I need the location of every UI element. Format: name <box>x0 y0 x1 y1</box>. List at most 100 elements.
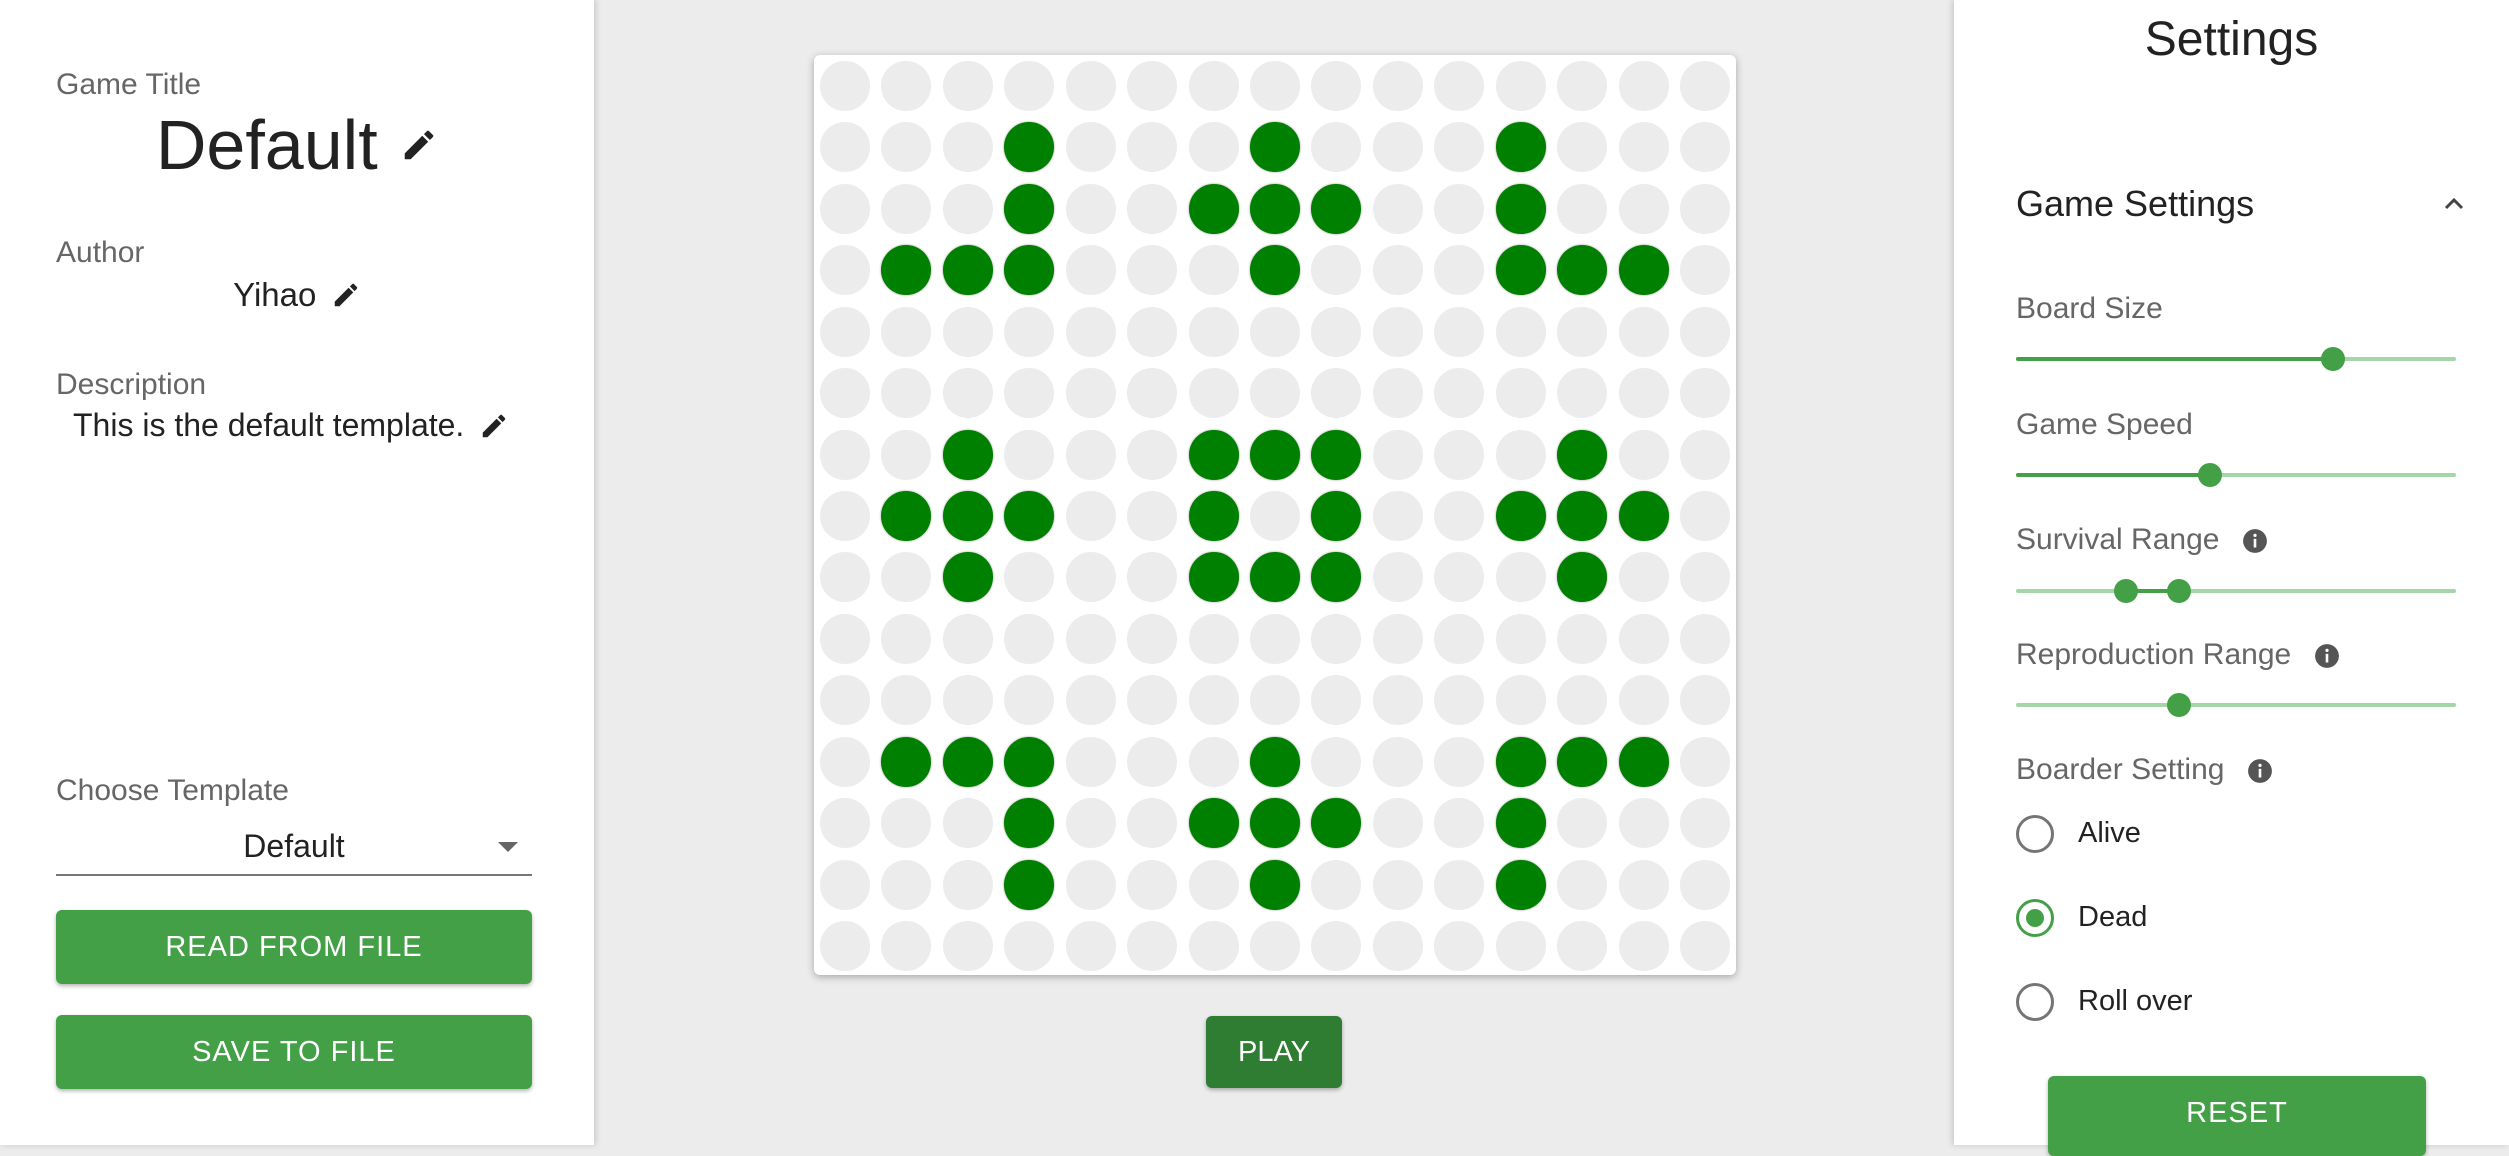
board-cell-dead[interactable] <box>1680 430 1730 480</box>
board-cell-alive[interactable] <box>1250 552 1300 602</box>
board-cell-alive[interactable] <box>1496 245 1546 295</box>
board-cell-dead[interactable] <box>1250 368 1300 418</box>
board-cell-dead[interactable] <box>1496 307 1546 357</box>
board-cell-dead[interactable] <box>1066 614 1116 664</box>
board-cell-dead[interactable] <box>1680 368 1730 418</box>
board-cell-dead[interactable] <box>943 798 993 848</box>
board-cell-alive[interactable] <box>1311 491 1361 541</box>
board-cell-dead[interactable] <box>1619 430 1669 480</box>
board-cell-dead[interactable] <box>1680 122 1730 172</box>
board-cell-dead[interactable] <box>1434 860 1484 910</box>
board-cell-dead[interactable] <box>1434 368 1484 418</box>
board-cell-dead[interactable] <box>1557 798 1607 848</box>
board-cell-dead[interactable] <box>1619 61 1669 111</box>
board-cell-dead[interactable] <box>1434 737 1484 787</box>
reproduction-range-slider[interactable] <box>2016 693 2456 717</box>
board-cell-alive[interactable] <box>1250 860 1300 910</box>
board-cell-dead[interactable] <box>1373 860 1423 910</box>
edit-description-icon[interactable] <box>479 411 509 441</box>
board-cell-dead[interactable] <box>881 122 931 172</box>
board-cell-alive[interactable] <box>943 552 993 602</box>
board-cell-dead[interactable] <box>820 860 870 910</box>
slider-thumb-high[interactable] <box>2166 579 2191 603</box>
board-cell-alive[interactable] <box>1250 245 1300 295</box>
info-icon[interactable] <box>2247 758 2273 784</box>
board-cell-alive[interactable] <box>1496 122 1546 172</box>
radio-button[interactable] <box>2016 899 2054 937</box>
board-cell-dead[interactable] <box>1434 921 1484 971</box>
board-cell-dead[interactable] <box>1066 675 1116 725</box>
board-cell-dead[interactable] <box>820 491 870 541</box>
board-cell-alive[interactable] <box>1250 798 1300 848</box>
board-cell-dead[interactable] <box>1680 184 1730 234</box>
slider-thumb[interactable] <box>2320 347 2345 371</box>
board-cell-dead[interactable] <box>1189 368 1239 418</box>
board-cell-dead[interactable] <box>1189 860 1239 910</box>
board-cell-dead[interactable] <box>1557 61 1607 111</box>
board-cell-dead[interactable] <box>1004 675 1054 725</box>
board-cell-alive[interactable] <box>1311 184 1361 234</box>
board-cell-dead[interactable] <box>1434 184 1484 234</box>
board-cell-dead[interactable] <box>820 184 870 234</box>
board-cell-alive[interactable] <box>1004 491 1054 541</box>
board-cell-dead[interactable] <box>1373 614 1423 664</box>
board-cell-alive[interactable] <box>943 491 993 541</box>
board-cell-dead[interactable] <box>1434 614 1484 664</box>
board-cell-dead[interactable] <box>1189 122 1239 172</box>
board-cell-dead[interactable] <box>1557 307 1607 357</box>
board-cell-dead[interactable] <box>1189 921 1239 971</box>
board-cell-dead[interactable] <box>1434 307 1484 357</box>
board-cell-dead[interactable] <box>1189 614 1239 664</box>
board-cell-alive[interactable] <box>1496 491 1546 541</box>
board-cell-dead[interactable] <box>1127 860 1177 910</box>
board-cell-dead[interactable] <box>1496 552 1546 602</box>
board-cell-alive[interactable] <box>1557 737 1607 787</box>
board-cell-dead[interactable] <box>1680 798 1730 848</box>
board-cell-alive[interactable] <box>1311 430 1361 480</box>
board-cell-dead[interactable] <box>1189 61 1239 111</box>
board-cell-dead[interactable] <box>1680 860 1730 910</box>
board-cell-dead[interactable] <box>881 307 931 357</box>
board-cell-dead[interactable] <box>943 307 993 357</box>
board-cell-dead[interactable] <box>1004 552 1054 602</box>
board-cell-dead[interactable] <box>1066 921 1116 971</box>
board-cell-dead[interactable] <box>881 614 931 664</box>
board-cell-dead[interactable] <box>881 430 931 480</box>
board-cell-dead[interactable] <box>820 921 870 971</box>
board-cell-alive[interactable] <box>1250 430 1300 480</box>
board-cell-alive[interactable] <box>1311 552 1361 602</box>
board-cell-dead[interactable] <box>1496 430 1546 480</box>
board-cell-dead[interactable] <box>1373 798 1423 848</box>
board-cell-dead[interactable] <box>881 61 931 111</box>
board-cell-dead[interactable] <box>1619 368 1669 418</box>
board-cell-dead[interactable] <box>881 921 931 971</box>
board-cell-alive[interactable] <box>1557 430 1607 480</box>
slider-thumb[interactable] <box>2166 693 2191 717</box>
board-cell-dead[interactable] <box>1373 184 1423 234</box>
board-size-slider[interactable] <box>2016 347 2456 371</box>
board-cell-dead[interactable] <box>1004 61 1054 111</box>
board-cell-dead[interactable] <box>1127 430 1177 480</box>
save-to-file-button[interactable]: SAVE TO FILE <box>56 1015 532 1089</box>
board-cell-dead[interactable] <box>1066 798 1116 848</box>
board-cell-dead[interactable] <box>820 737 870 787</box>
board-cell-dead[interactable] <box>1127 245 1177 295</box>
board-cell-dead[interactable] <box>1496 61 1546 111</box>
board-cell-dead[interactable] <box>943 860 993 910</box>
board-cell-dead[interactable] <box>1066 430 1116 480</box>
board-cell-dead[interactable] <box>820 122 870 172</box>
board-cell-dead[interactable] <box>1680 307 1730 357</box>
board-cell-dead[interactable] <box>820 307 870 357</box>
chevron-up-icon[interactable] <box>2438 188 2470 225</box>
board-cell-dead[interactable] <box>1066 552 1116 602</box>
board-cell-alive[interactable] <box>881 245 931 295</box>
board-cell-alive[interactable] <box>1189 552 1239 602</box>
board-cell-alive[interactable] <box>1250 737 1300 787</box>
board-cell-dead[interactable] <box>1127 675 1177 725</box>
board-cell-dead[interactable] <box>1373 368 1423 418</box>
board-cell-dead[interactable] <box>820 675 870 725</box>
survival-range-slider[interactable] <box>2016 579 2456 603</box>
board-cell-dead[interactable] <box>1189 245 1239 295</box>
slider-thumb[interactable] <box>2197 463 2222 487</box>
board-cell-dead[interactable] <box>1189 737 1239 787</box>
